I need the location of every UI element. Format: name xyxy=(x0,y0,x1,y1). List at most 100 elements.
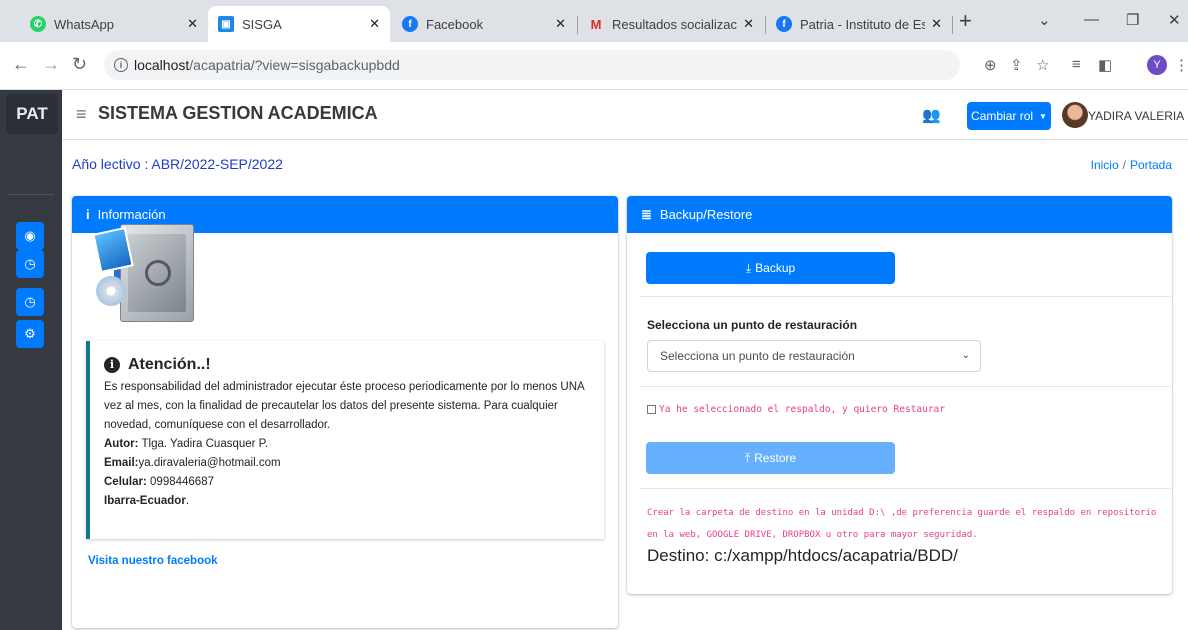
browser-tab-whatsapp[interactable]: ✆ WhatsApp ✕ xyxy=(20,6,208,42)
gmail-icon: M xyxy=(590,16,602,32)
close-icon[interactable]: ✕ xyxy=(187,16,198,32)
phone-label: Celular: xyxy=(104,476,147,488)
close-window-icon[interactable]: ✕ xyxy=(1168,11,1181,29)
restore-point-value: Selecciona un punto de restauración xyxy=(660,349,855,363)
backup-card-header: ≣ Backup/Restore xyxy=(627,196,1172,233)
sisga-icon: ▣ xyxy=(218,16,234,32)
clock-icon[interactable]: ◷ xyxy=(16,250,44,278)
backup-card-title: Backup/Restore xyxy=(659,207,753,222)
info-card-title: Información xyxy=(97,207,166,222)
clock-icon[interactable]: ◷ xyxy=(16,288,44,316)
reload-icon[interactable]: ↻ xyxy=(72,54,87,75)
restore-point-label: Selecciona un punto de restauración xyxy=(647,318,858,332)
divider xyxy=(639,386,1171,387)
restore-window-icon[interactable]: ❐ xyxy=(1126,11,1139,29)
confirm-restore-label: Ya he seleccionado el respaldo, y quiero… xyxy=(659,404,945,415)
restore-button[interactable]: ⤒ Restore xyxy=(646,442,895,474)
bookmark-star-icon[interactable]: ☆ xyxy=(1036,56,1049,74)
facebook-icon: f xyxy=(402,16,418,32)
info-icon: i xyxy=(86,207,90,222)
destination-path: Destino: c:/xampp/htdocs/acapatria/BDD/ xyxy=(647,546,958,565)
author-line: Autor: Tlga. Yadira Cuasquer P. xyxy=(104,435,594,454)
whatsapp-icon: ✆ xyxy=(30,16,46,32)
breadcrumb-current: Portada xyxy=(1129,158,1172,172)
school-year: Año lectivo : ABR/2022-SEP/2022 xyxy=(72,156,283,172)
browser-tab-sisga[interactable]: ▣ SISGA ✕ xyxy=(208,6,390,42)
backup-button-label: Backup xyxy=(755,261,796,275)
attention-message: Es responsabilidad del administrador eje… xyxy=(104,381,585,431)
close-icon[interactable]: ✕ xyxy=(743,16,754,32)
address-bar[interactable]: i localhost/acapatria/?view=sisgabackupb… xyxy=(104,50,960,80)
minimize-icon[interactable]: — xyxy=(1084,11,1099,28)
dashboard-icon[interactable]: ◉ xyxy=(16,222,44,250)
app-logo[interactable]: PAT xyxy=(6,94,58,134)
restore-button-label: Restore xyxy=(754,451,797,465)
email-line: Email:ya.diravaleria@hotmail.com xyxy=(104,454,594,473)
tab-title: Facebook xyxy=(426,16,484,32)
profile-avatar[interactable]: Y xyxy=(1147,55,1167,75)
attention-title-row: i Atención..! xyxy=(104,355,594,374)
change-role-label: Cambiar rol xyxy=(971,109,1034,123)
new-tab-button[interactable]: + xyxy=(959,10,972,32)
tab-divider xyxy=(952,16,953,34)
chevron-down-icon: ⌄ xyxy=(961,350,970,361)
checkbox-box[interactable] xyxy=(647,405,656,414)
tab-title: Patria - Instituto de Estéti xyxy=(800,16,926,32)
caret-down-icon: ▼ xyxy=(1039,111,1047,121)
facebook-link[interactable]: Visita nuestro facebook xyxy=(88,555,218,567)
top-navbar: ≡ SISTEMA GESTION ACADEMICA 👥 Cambiar ro… xyxy=(62,90,1188,140)
user-name[interactable]: YADIRA VALERIA xyxy=(1088,109,1184,123)
side-panel-icon[interactable]: ◧ xyxy=(1098,56,1112,74)
close-icon[interactable]: ✕ xyxy=(369,16,380,32)
restore-point-select[interactable]: Selecciona un punto de restauración ⌄ xyxy=(647,340,981,372)
change-role-button[interactable]: Cambiar rol ▼ xyxy=(967,102,1051,130)
tab-title: SISGA xyxy=(242,16,282,32)
menu-kebab-icon[interactable]: ⋮ xyxy=(1174,56,1188,74)
browser-tab-gmail[interactable]: M Resultados socialización y ✕ xyxy=(578,6,764,42)
back-icon[interactable]: ← xyxy=(12,54,30,75)
location-suffix: . xyxy=(185,495,190,507)
close-icon[interactable]: ✕ xyxy=(931,16,942,32)
browser-tab-patria[interactable]: f Patria - Instituto de Estéti ✕ xyxy=(766,6,952,42)
email-label: Email: xyxy=(104,457,139,469)
users-icon[interactable]: 👥 xyxy=(922,106,941,124)
divider xyxy=(639,296,1171,297)
safe-image xyxy=(92,224,196,332)
tab-search-icon[interactable]: ⌄ xyxy=(1038,11,1051,29)
site-info-icon[interactable]: i xyxy=(114,58,128,72)
breadcrumb-separator: / xyxy=(1122,158,1126,172)
url-host: localhost xyxy=(134,57,190,73)
location-bold: Ibarra-Ecuador xyxy=(104,495,186,507)
browser-tab-facebook[interactable]: f Facebook ✕ xyxy=(392,6,576,42)
sidebar-divider xyxy=(8,194,54,195)
reading-list-icon[interactable]: ≡ xyxy=(1072,56,1081,73)
user-avatar[interactable] xyxy=(1062,102,1088,128)
browser-toolbar: ← → ↻ i localhost/acapatria/?view=sisgab… xyxy=(0,42,1188,90)
close-icon[interactable]: ✕ xyxy=(555,16,566,32)
system-title: SISTEMA GESTION ACADEMICA xyxy=(98,103,378,123)
app-sidebar: PAT ◉ ◷ ◷ ⚙ xyxy=(0,90,62,630)
attention-title: Atención..! xyxy=(128,356,211,373)
info-card: i Información i Atención..! Es responsab… xyxy=(72,196,618,628)
share-icon[interactable]: ⇪ xyxy=(1010,56,1023,74)
confirm-restore-checkbox[interactable]: Ya he seleccionado el respaldo, y quiero… xyxy=(647,404,945,415)
tab-title: Resultados socialización y xyxy=(612,16,738,32)
phone-line: Celular: 0998446687 xyxy=(104,473,594,492)
info-circle-icon: i xyxy=(104,356,120,373)
phone-value: 0998446687 xyxy=(146,476,214,488)
cogs-icon[interactable]: ⚙ xyxy=(16,320,44,348)
backup-button[interactable]: ⤓ Backup xyxy=(646,252,895,284)
backup-card: ≣ Backup/Restore ⤓ Backup Selecciona un p… xyxy=(627,196,1172,594)
breadcrumb-home[interactable]: Inicio xyxy=(1091,158,1119,172)
facebook-icon: f xyxy=(776,16,792,32)
database-icon: ≣ xyxy=(641,206,652,222)
zoom-icon[interactable]: ⊕ xyxy=(984,56,997,74)
upload-icon: ⤒ xyxy=(744,450,751,465)
attention-callout: i Atención..! Es responsabilidad del adm… xyxy=(86,341,604,539)
divider xyxy=(639,488,1171,489)
tab-title: WhatsApp xyxy=(54,16,114,32)
browser-tab-strip: ✆ WhatsApp ✕ ▣ SISGA ✕ f Facebook ✕ M Re… xyxy=(0,0,1188,42)
email-value: ya.diravaleria@hotmail.com xyxy=(138,457,281,469)
hamburger-menu-icon[interactable]: ≡ xyxy=(76,104,87,125)
forward-icon[interactable]: → xyxy=(42,54,60,75)
